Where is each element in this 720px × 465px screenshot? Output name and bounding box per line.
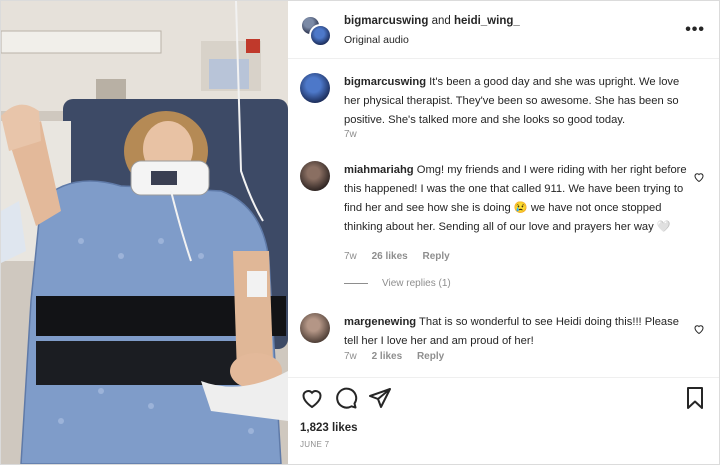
comment-text: miahmariahg Omg! my friends and I were r…: [344, 164, 687, 233]
comment-meta: 7w 26 likes Reply: [344, 251, 462, 262]
instagram-post: bigmarcuswing and heidi_wing_ Original a…: [0, 0, 720, 465]
comment-username[interactable]: bigmarcuswing: [344, 76, 426, 88]
reply-button[interactable]: Reply: [423, 251, 450, 262]
avatar[interactable]: [300, 73, 330, 103]
comment-time: 7w: [344, 251, 357, 262]
share-icon[interactable]: [368, 386, 392, 410]
post-header: bigmarcuswing and heidi_wing_ Original a…: [288, 1, 719, 59]
comment-time: 7w: [344, 129, 357, 140]
avatar[interactable]: [300, 313, 330, 343]
comment-time: 7w: [344, 351, 357, 362]
author-link[interactable]: bigmarcuswing: [344, 15, 428, 27]
avatar[interactable]: [300, 161, 330, 191]
likes-count[interactable]: 1,823 likes: [300, 422, 358, 434]
comment-icon[interactable]: [334, 386, 358, 410]
divider: [344, 283, 368, 284]
bookmark-icon[interactable]: [683, 386, 707, 410]
post-actions: 1,823 likes JUNE 7: [288, 377, 719, 464]
heart-icon[interactable]: [693, 171, 705, 183]
heart-icon[interactable]: [693, 323, 705, 335]
comment-text: margenewing That is so wonderful to see …: [344, 316, 679, 347]
hospital-photo-illustration: [1, 1, 288, 464]
view-replies-button[interactable]: View replies (1): [344, 278, 451, 289]
comment-username[interactable]: miahmariahg: [344, 164, 414, 176]
comment-meta: 7w 2 likes Reply: [344, 351, 456, 362]
avatar: [309, 24, 332, 47]
more-options-icon[interactable]: •••: [685, 21, 705, 39]
reply-button[interactable]: Reply: [417, 351, 444, 362]
comments-section: bigmarcuswing It's been a good day and s…: [288, 59, 719, 377]
post-date: JUNE 7: [300, 440, 330, 449]
comment-likes[interactable]: 26 likes: [372, 251, 408, 262]
author-avatars[interactable]: [300, 15, 332, 47]
comment-text: bigmarcuswing It's been a good day and s…: [344, 76, 680, 126]
audio-link[interactable]: Original audio: [344, 34, 409, 46]
author-names: bigmarcuswing and heidi_wing_: [344, 15, 520, 27]
post-photo[interactable]: [1, 1, 288, 464]
comment-meta: 7w: [344, 129, 369, 140]
heart-icon[interactable]: [300, 386, 324, 410]
coauthor-link[interactable]: heidi_wing_: [454, 15, 520, 27]
comment-likes[interactable]: 2 likes: [372, 351, 403, 362]
comment-username[interactable]: margenewing: [344, 316, 416, 328]
post-details-panel: bigmarcuswing and heidi_wing_ Original a…: [288, 1, 719, 464]
